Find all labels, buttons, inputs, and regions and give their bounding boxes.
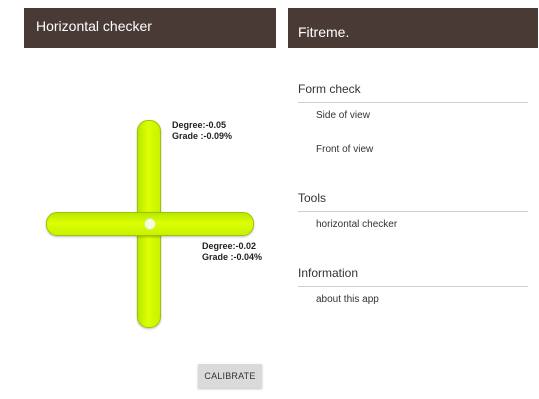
app-bar: Fitreme.: [288, 8, 538, 48]
horizontal-degree-text: Degree:-0.02: [202, 241, 257, 251]
horizontal-checker-screen: Horizontal checker Degree:-0.05 Grade :-…: [24, 8, 276, 394]
section-header-form-check: Form check: [298, 82, 528, 103]
app-bar: Horizontal checker: [24, 8, 276, 48]
vertical-reading: Degree:-0.05 Grade :-0.09%: [172, 120, 232, 142]
menu-item-horizontal-checker[interactable]: horizontal checker: [316, 219, 397, 230]
app-title: Fitreme.: [298, 24, 350, 40]
screen-title: Horizontal checker: [36, 18, 152, 34]
section-header-tools: Tools: [298, 191, 528, 212]
section-header-information: Information: [298, 266, 528, 287]
horizontal-grade-text: Grade :-0.04%: [202, 252, 263, 262]
menu-item-front-of-view[interactable]: Front of view: [316, 144, 373, 155]
vertical-degree-text: Degree:-0.05: [172, 120, 227, 130]
calibrate-button[interactable]: CALIBRATE: [198, 364, 262, 388]
menu-item-about-this-app[interactable]: about this app: [316, 294, 379, 305]
level-bubble: [144, 218, 156, 230]
vertical-grade-text: Grade :-0.09%: [172, 131, 233, 141]
menu-item-side-of-view[interactable]: Side of view: [316, 110, 370, 121]
horizontal-reading: Degree:-0.02 Grade :-0.04%: [202, 241, 262, 263]
menu-screen: Fitreme. Form check Side of view Front o…: [288, 8, 538, 394]
